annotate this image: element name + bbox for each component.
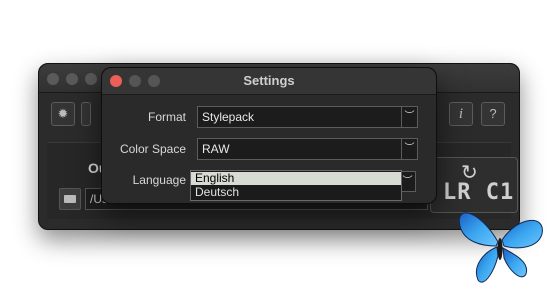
color-space-value: RAW (202, 142, 230, 156)
color-space-select[interactable]: RAW ︶ (197, 138, 418, 160)
language-dropdown[interactable]: English Deutsch (190, 170, 402, 201)
color-space-label: Color Space (119, 142, 186, 156)
language-option-english[interactable]: English (191, 172, 401, 185)
info-button[interactable]: i (449, 102, 473, 126)
language-label: Language (132, 173, 186, 187)
minimize-window-button[interactable] (66, 73, 78, 85)
dialog-titlebar: Settings (102, 68, 436, 95)
toolbar-button-partial[interactable] (81, 102, 91, 126)
chevron-down-icon: ︶ (401, 139, 417, 159)
chevron-down-icon: ︶ (401, 107, 417, 127)
chevron-down-icon: ︶ (402, 176, 413, 187)
butterfly-icon (458, 212, 543, 283)
settings-button[interactable]: ✹ (51, 102, 75, 126)
format-value: Stylepack (202, 110, 255, 124)
language-option-deutsch[interactable]: Deutsch (191, 186, 401, 199)
gear-icon: ✹ (57, 106, 69, 121)
format-label: Format (147, 110, 186, 124)
dialog-title: Settings (243, 73, 295, 88)
close-window-button[interactable] (47, 73, 59, 85)
format-select[interactable]: Stylepack ︶ (197, 106, 418, 128)
folder-icon[interactable] (59, 188, 81, 210)
help-button[interactable]: ? (481, 102, 505, 126)
zoom-window-button[interactable] (85, 73, 97, 85)
